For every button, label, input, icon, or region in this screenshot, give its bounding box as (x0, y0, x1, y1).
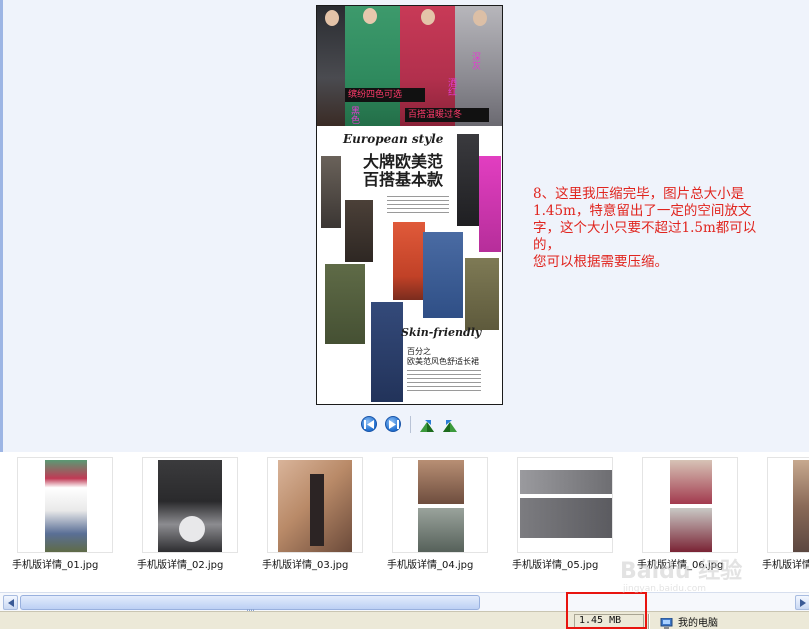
thumbnail-item-01[interactable]: 手机版详情_01.jpg (12, 457, 132, 582)
color-tag-wine: 酒红 (446, 78, 456, 96)
thumbnail-image-02[interactable] (142, 457, 238, 553)
scroll-left-button[interactable] (3, 595, 18, 610)
photo-model-green (325, 264, 365, 344)
thumb-07-content (793, 460, 809, 552)
status-bar: 1.45 MB 我的电脑 (0, 611, 809, 629)
article-text-block-2 (407, 370, 481, 394)
photo-model-blue (423, 232, 463, 318)
thumb-04-bottom (418, 508, 464, 552)
thumb-02-fabric-ball (179, 516, 205, 542)
baidu-jingyan-watermark: Baidu 经验 jingyan.baidu.com (620, 553, 760, 599)
article-text-block-1 (387, 196, 449, 216)
overlay-text-1: 缤纷四色可选 (348, 90, 403, 100)
thumbnail-label-04: 手机版详情_04.jpg (387, 560, 474, 571)
thumbnail-item-05[interactable]: 手机版详情_05.jpg (512, 457, 632, 582)
photo-model-black-dress (457, 134, 479, 226)
photo-face-1 (325, 10, 339, 26)
thumbnail-item-02[interactable]: 手机版详情_02.jpg (137, 457, 257, 582)
thumbnail-image-04[interactable] (392, 457, 488, 553)
watermark-url: jingyan.baidu.com (623, 584, 707, 594)
photo-model-orange (393, 222, 425, 300)
photo-model-left (321, 156, 341, 228)
previous-image-icon[interactable] (361, 416, 377, 432)
thumbnail-label-01: 手机版详情_01.jpg (12, 560, 99, 571)
scroll-right-button[interactable] (795, 595, 809, 610)
photo-model-pink-dress (479, 156, 501, 252)
rotate-counterclockwise-icon[interactable] (442, 418, 458, 432)
photo-model-navy (371, 302, 403, 402)
color-tag-gray: 深灰 (470, 52, 480, 70)
thumbnail-image-01[interactable] (17, 457, 113, 553)
preview-area: 缤纷四色可选 百搭温暖过冬 黑色 酒红 深灰 European style 大牌… (0, 0, 809, 452)
thumbnail-image-07[interactable] (767, 457, 809, 553)
note-line-3: 字，这个大小只要不超过1.5m都可以 (533, 220, 757, 236)
window-left-border (0, 0, 3, 452)
photo-model-hat (345, 200, 373, 262)
photo-face-3 (421, 9, 435, 25)
thumbnail-item-07[interactable]: 手机版详情 (762, 457, 809, 582)
toolbar-separator (410, 416, 411, 433)
rotate-clockwise-icon[interactable] (419, 418, 435, 432)
thumbnail-image-06[interactable] (642, 457, 738, 553)
next-image-icon[interactable] (385, 416, 401, 432)
note-line-1: 8、这里我压缩完毕，图片总大小是 (533, 186, 745, 202)
photo-face-2 (363, 8, 377, 24)
status-location: 我的电脑 (678, 618, 718, 629)
thumb-06-bottom (670, 508, 712, 552)
scrollbar-thumb[interactable] (20, 595, 480, 615)
subtitle-cn-2: 欧美范风色舒适长裙 (407, 357, 479, 366)
tutorial-note: 8、这里我压缩完毕，图片总大小是 1.45m，特意留出了一定的空间放文 字，这个… (533, 186, 795, 271)
thumb-05-strip-2 (520, 498, 612, 538)
status-separator (648, 614, 650, 629)
note-line-5: 您可以根据需要压缩。 (533, 254, 668, 270)
thumbnail-image-05[interactable] (517, 457, 613, 553)
thumbnail-label-05: 手机版详情_05.jpg (512, 560, 599, 571)
headline-line-2: 百搭基本款 (363, 170, 444, 189)
thumbnail-image-03[interactable] (267, 457, 363, 553)
thumbnail-label-03: 手机版详情_03.jpg (262, 560, 349, 571)
thumb-06-top (670, 460, 712, 504)
thumb-01-content (45, 460, 87, 552)
thumb-05-strip-1 (520, 470, 612, 494)
note-line-2: 1.45m，特意留出了一定的空间放文 (533, 203, 752, 219)
main-preview-image[interactable]: 缤纷四色可选 百搭温暖过冬 黑色 酒红 深灰 European style 大牌… (316, 5, 503, 405)
photo-model-olive (465, 258, 499, 330)
color-tag-black: 黑色 (349, 106, 359, 124)
scrollbar-grip-icon (247, 600, 255, 615)
note-line-4: 的， (533, 237, 560, 253)
watermark-logo: Baidu 经验 (620, 559, 743, 584)
magazine-title: European style (343, 132, 444, 146)
photo-face-4 (473, 10, 487, 26)
thumbnail-label-02: 手机版详情_02.jpg (137, 560, 224, 571)
thumbnail-label-07: 手机版详情 (762, 560, 809, 571)
overlay-text-2: 百搭温暖过冬 (408, 110, 463, 120)
thumb-04-top (418, 460, 464, 504)
thumbnail-item-04[interactable]: 手机版详情_04.jpg (387, 457, 507, 582)
thumbnail-item-03[interactable]: 手机版详情_03.jpg (262, 457, 382, 582)
subtitle-skin-friendly: Skin-friendly (401, 326, 482, 339)
thumb-03-model (310, 474, 324, 546)
my-computer-icon (660, 615, 673, 629)
